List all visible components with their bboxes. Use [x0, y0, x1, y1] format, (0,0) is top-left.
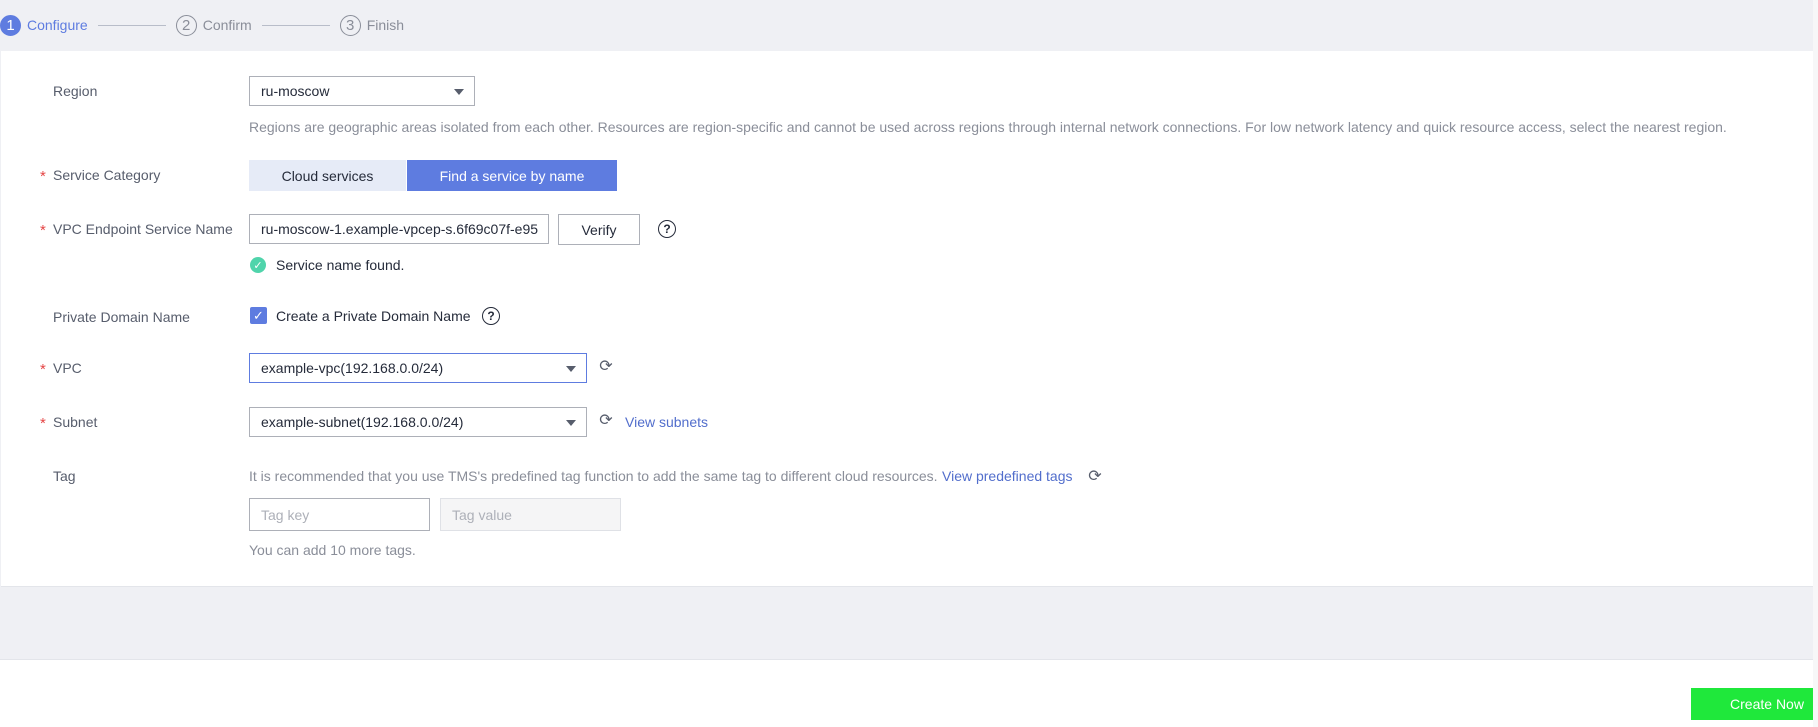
region-value: ru-moscow — [261, 83, 330, 99]
segment-cloud-services[interactable]: Cloud services — [249, 160, 406, 191]
endpoint-service-label: VPC Endpoint Service Name — [53, 221, 233, 237]
refresh-icon[interactable]: ⟳ — [598, 413, 614, 429]
step-confirm: 2 Confirm — [175, 14, 252, 36]
scrollbar-track[interactable] — [1813, 0, 1818, 727]
check-circle-icon: ✓ — [250, 257, 266, 273]
private-domain-label: Private Domain Name — [53, 309, 190, 325]
segment-find-by-name[interactable]: Find a service by name — [407, 160, 617, 191]
tag-value-input: Tag value — [440, 498, 621, 531]
verify-button[interactable]: Verify — [558, 214, 640, 245]
service-found-status: Service name found. — [276, 257, 405, 273]
create-private-domain-checkbox[interactable]: ✓ — [250, 307, 267, 324]
step-number: 2 — [175, 14, 197, 36]
view-predefined-tags-link[interactable]: View predefined tags — [942, 468, 1073, 484]
service-category-label: Service Category — [53, 167, 161, 183]
vpc-value: example-vpc(192.168.0.0/24) — [261, 360, 444, 376]
tag-remaining-hint: You can add 10 more tags. — [249, 542, 416, 558]
tag-key-input[interactable]: Tag key — [249, 498, 430, 531]
step-label: Configure — [27, 17, 88, 33]
step-number: 1 — [0, 14, 21, 36]
step-indicator: 1 Configure 2 Confirm 3 Finish — [0, 12, 404, 38]
region-select[interactable]: ru-moscow — [249, 76, 475, 106]
required-marker: * — [40, 415, 46, 432]
endpoint-service-name-input[interactable]: ru-moscow-1.example-vpcep-s.6f69c07f-e95 — [249, 214, 549, 244]
create-now-button[interactable]: Create Now — [1691, 688, 1818, 720]
refresh-icon[interactable]: ⟳ — [1087, 469, 1103, 485]
chevron-down-icon — [454, 89, 464, 95]
refresh-icon[interactable]: ⟳ — [598, 359, 614, 375]
step-number: 3 — [339, 14, 361, 36]
step-configure: 1 Configure — [0, 14, 88, 36]
step-label: Finish — [366, 17, 405, 33]
region-label: Region — [53, 83, 98, 99]
tag-hint: It is recommended that you use TMS's pre… — [249, 468, 938, 484]
help-icon[interactable]: ? — [658, 220, 676, 238]
chevron-down-icon — [566, 420, 576, 426]
subnet-select[interactable]: example-subnet(192.168.0.0/24) — [249, 407, 587, 437]
chevron-down-icon — [566, 366, 576, 372]
tag-label: Tag — [53, 468, 76, 484]
footer-bar — [0, 659, 1818, 727]
required-marker: * — [40, 168, 46, 185]
vpc-label: VPC — [53, 360, 82, 376]
help-icon[interactable]: ? — [482, 307, 500, 325]
step-connector — [261, 24, 330, 26]
step-connector — [97, 24, 166, 26]
step-finish: 3 Finish — [339, 14, 405, 36]
subnet-value: example-subnet(192.168.0.0/24) — [261, 414, 464, 430]
required-marker: * — [40, 222, 46, 239]
subnet-label: Subnet — [53, 414, 98, 430]
region-hint: Regions are geographic areas isolated fr… — [249, 119, 1727, 135]
create-private-domain-label[interactable]: Create a Private Domain Name — [276, 308, 471, 324]
step-label: Confirm — [202, 17, 252, 33]
view-subnets-link[interactable]: View subnets — [625, 414, 708, 430]
vpc-select[interactable]: example-vpc(192.168.0.0/24) — [249, 353, 587, 383]
required-marker: * — [40, 361, 46, 378]
